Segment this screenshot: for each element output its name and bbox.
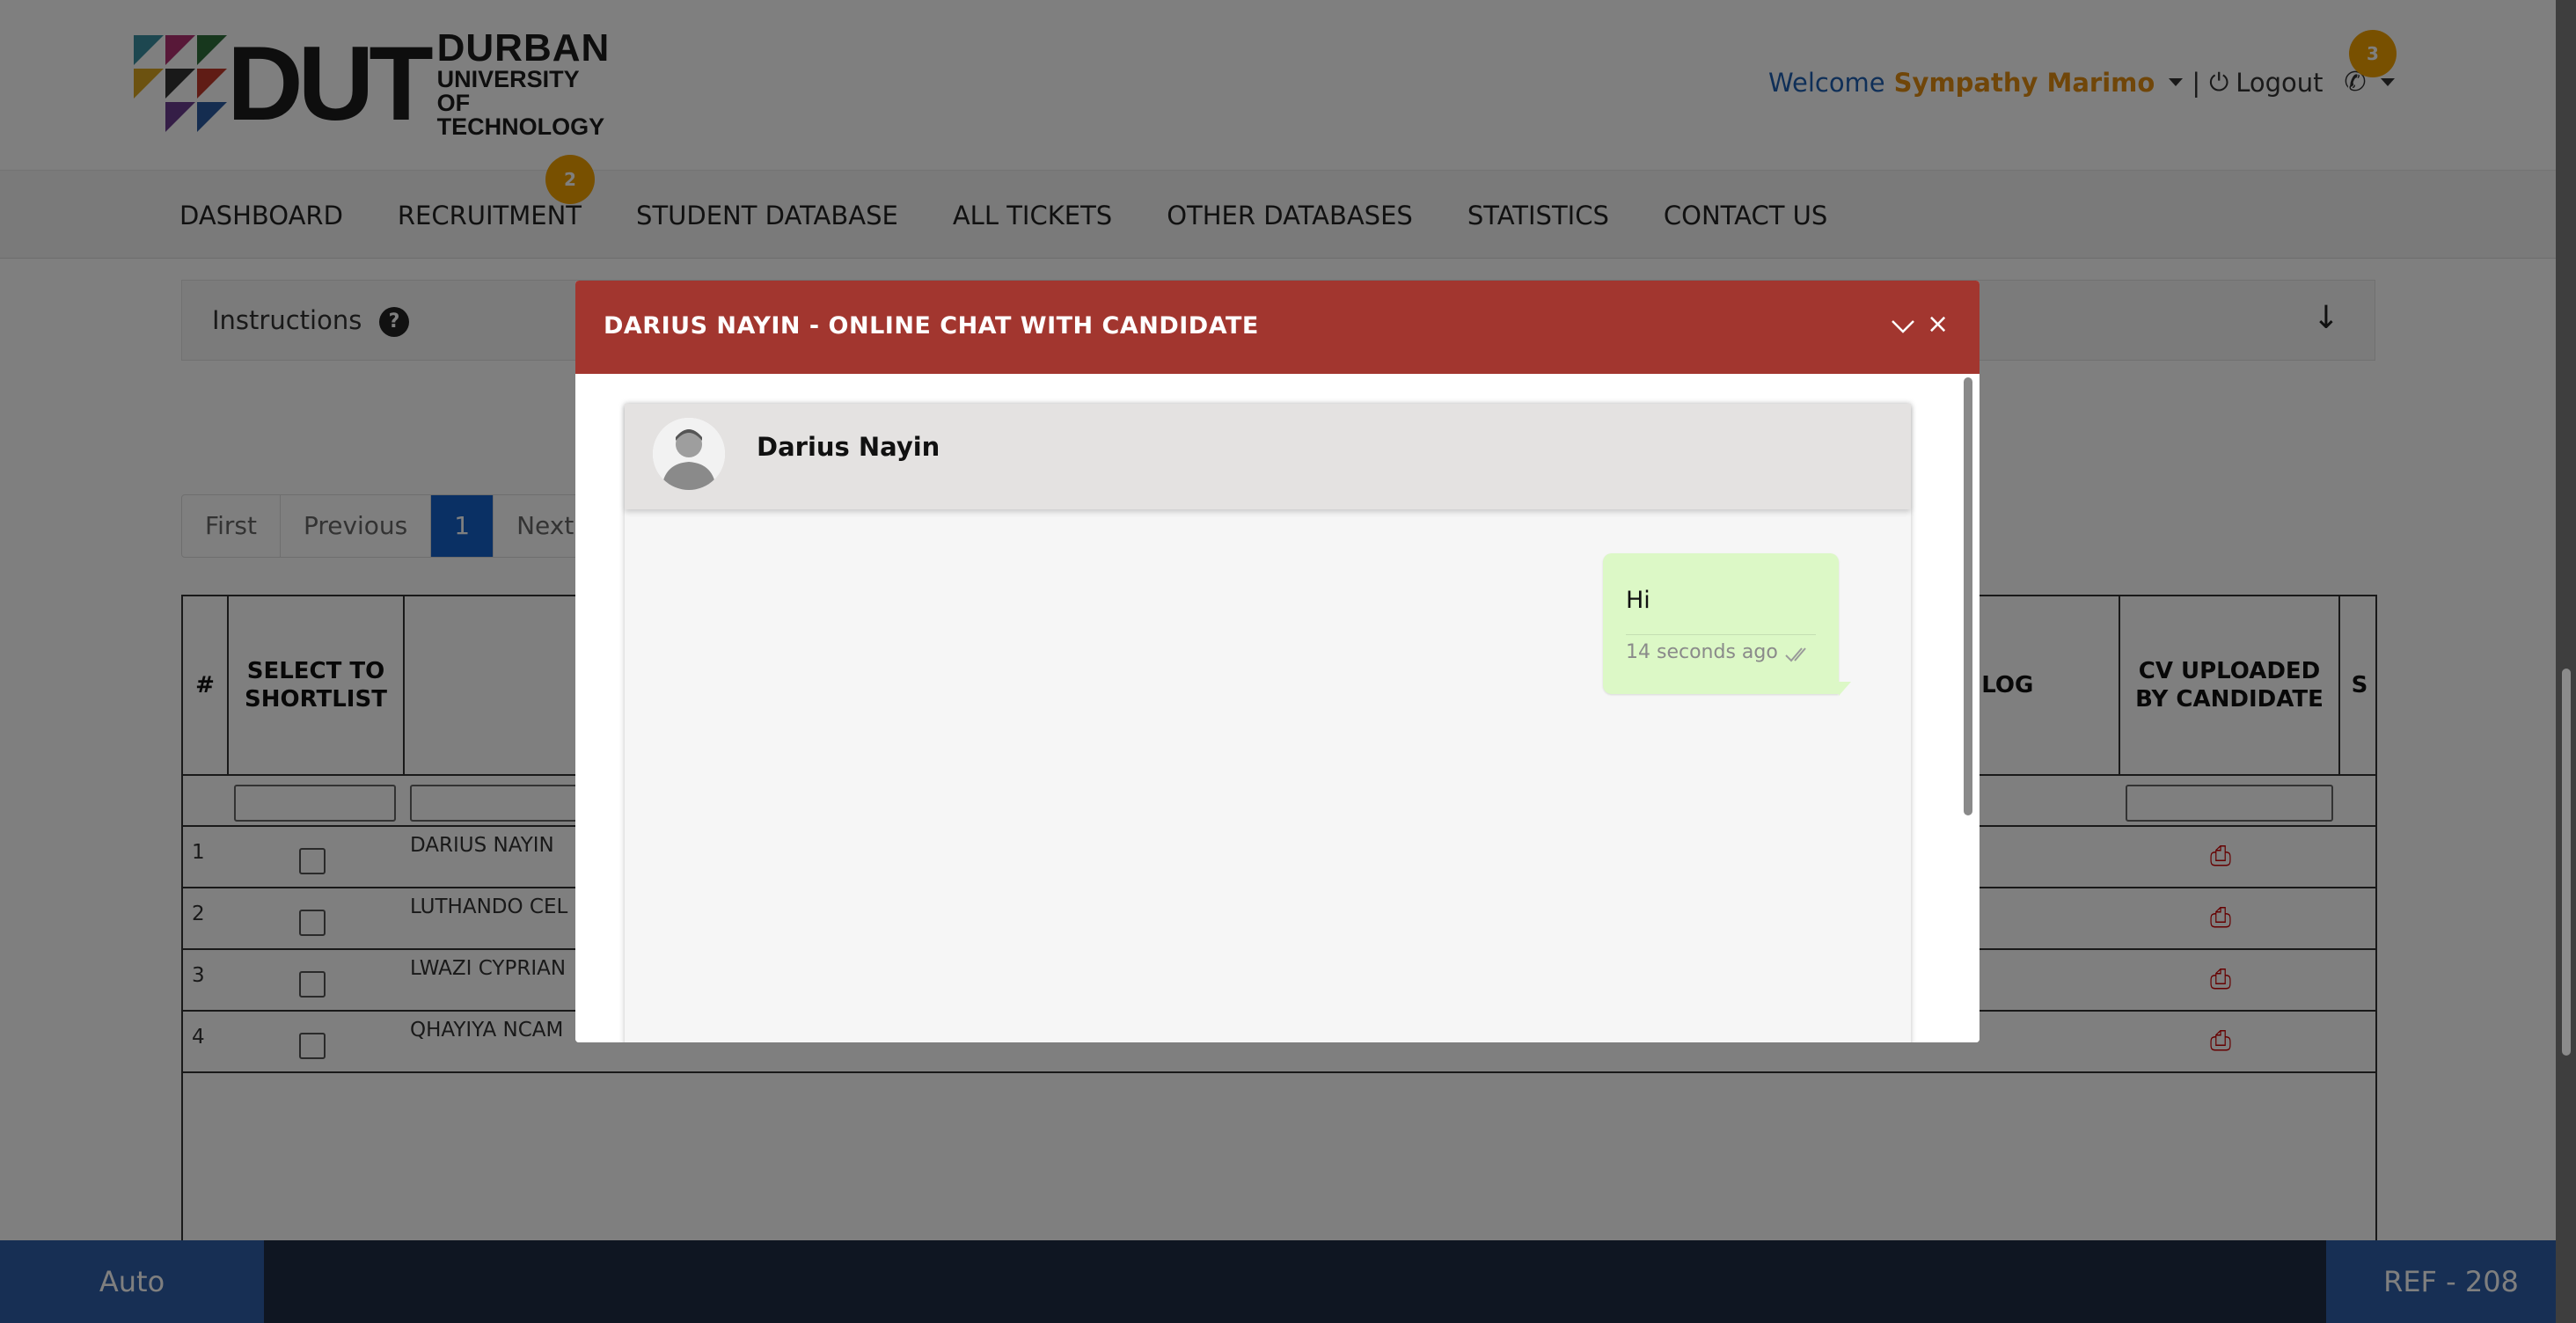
chat-header: Darius Nayin (625, 404, 1911, 509)
modal-scrollbar[interactable] (1964, 377, 1972, 815)
modal-header: DARIUS NAYIN - ONLINE CHAT WITH CANDIDAT… (575, 281, 1980, 374)
bubble-tail (1839, 682, 1851, 696)
avatar (653, 418, 725, 490)
close-icon[interactable]: × (1927, 307, 1949, 342)
page-scrollbar[interactable] (2556, 0, 2576, 1323)
double-check-icon (1784, 645, 1812, 664)
message-timestamp: 14 seconds ago (1626, 641, 1778, 663)
minimize-icon[interactable] (1890, 316, 1916, 337)
modal-title: DARIUS NAYIN - ONLINE CHAT WITH CANDIDAT… (604, 312, 1259, 340)
chat-window: Darius Nayin Hi 14 seconds ago (625, 404, 1911, 1042)
message-text: Hi (1626, 587, 1650, 614)
message-divider (1626, 634, 1816, 635)
chat-contact-name: Darius Nayin (757, 432, 940, 462)
modal-body: Darius Nayin Hi 14 seconds ago (575, 374, 1980, 1042)
page-scrollbar-thumb[interactable] (2562, 669, 2571, 1056)
message-bubble: Hi 14 seconds ago (1603, 553, 1851, 696)
chat-modal: DARIUS NAYIN - ONLINE CHAT WITH CANDIDAT… (575, 281, 1980, 1042)
